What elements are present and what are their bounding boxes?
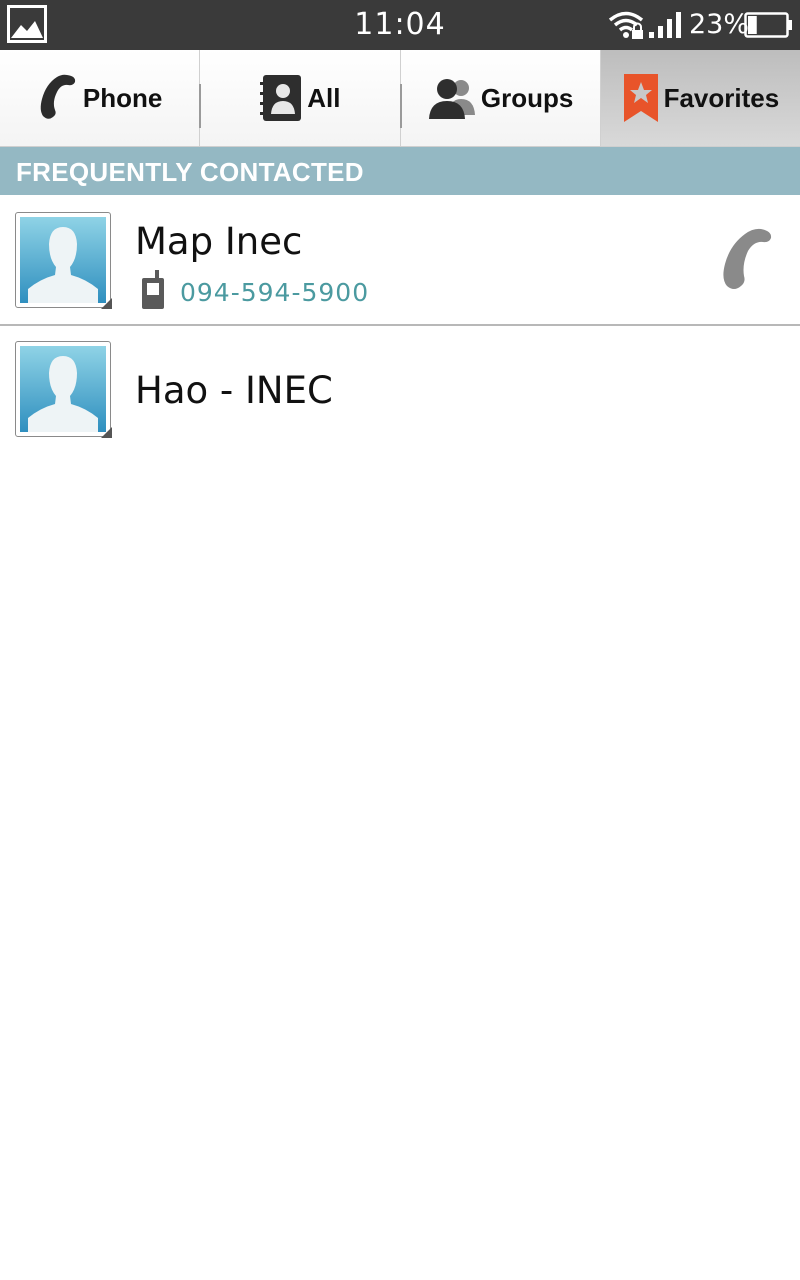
avatar[interactable] bbox=[15, 341, 112, 438]
quick-contact-badge bbox=[101, 298, 112, 309]
contact-name: Map Inec bbox=[135, 220, 303, 263]
wifi-lock-icon bbox=[608, 11, 644, 39]
contact-row[interactable]: Hao - INEC bbox=[0, 326, 800, 454]
contacts-book-icon bbox=[260, 75, 302, 121]
section-header: FREQUENTLY CONTACTED bbox=[0, 147, 800, 195]
avatar[interactable] bbox=[15, 212, 112, 309]
tab-all[interactable]: All bbox=[199, 50, 401, 146]
phone-icon bbox=[40, 74, 75, 119]
tab-label: Favorites bbox=[663, 82, 780, 113]
tab-divider bbox=[399, 84, 402, 128]
contact-name: Hao - INEC bbox=[135, 369, 333, 412]
tab-groups[interactable]: Groups bbox=[399, 50, 601, 146]
battery-percent: 23% bbox=[689, 9, 750, 40]
tab-label: Phone bbox=[82, 82, 163, 113]
tab-label: Groups bbox=[480, 82, 574, 113]
tab-label: All bbox=[307, 82, 341, 113]
tab-favorites[interactable]: Favorites bbox=[600, 50, 800, 146]
tab-bar: Phone All Groups Favorites bbox=[0, 50, 800, 147]
default-avatar-icon bbox=[28, 356, 98, 432]
tab-divider bbox=[199, 84, 202, 128]
tab-phone[interactable]: Phone bbox=[0, 50, 201, 146]
favorites-star-icon bbox=[623, 74, 658, 122]
battery-icon bbox=[744, 12, 792, 38]
contact-phone-number: 094-594-5900 bbox=[180, 278, 370, 307]
quick-contact-badge bbox=[101, 427, 112, 438]
contact-row[interactable]: Map Inec 094-594-5900 bbox=[0, 196, 800, 326]
call-button-icon[interactable] bbox=[716, 226, 776, 296]
default-avatar-icon bbox=[28, 227, 98, 303]
mobile-phone-icon bbox=[142, 270, 164, 309]
groups-icon bbox=[428, 79, 475, 119]
status-bar: 11:04 23% bbox=[0, 0, 800, 50]
signal-icon bbox=[649, 12, 681, 38]
